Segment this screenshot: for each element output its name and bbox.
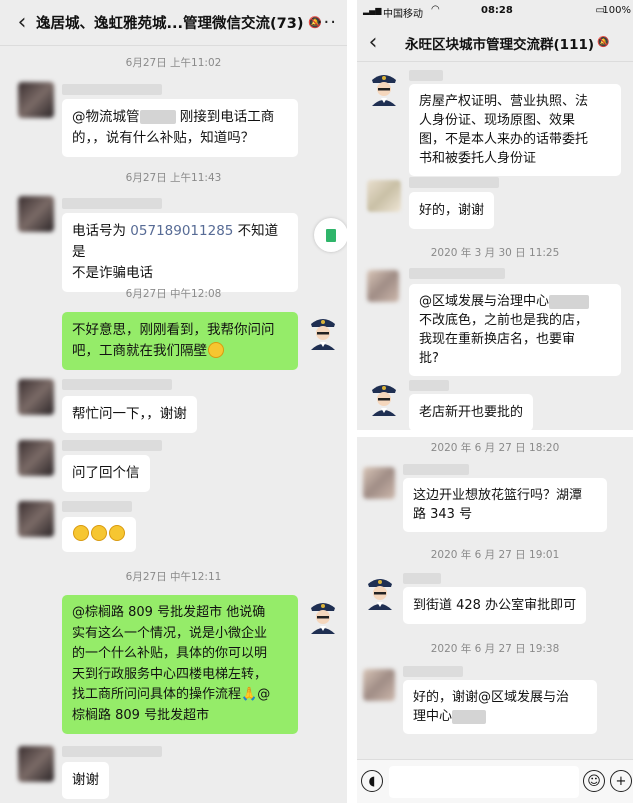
sender-name-masked [62, 84, 162, 95]
sender-name-masked [409, 177, 499, 188]
avatar[interactable] [18, 82, 54, 118]
sender-name-masked [62, 746, 162, 757]
officer-avatar[interactable] [365, 574, 395, 610]
avatar[interactable] [18, 440, 54, 476]
avatar[interactable] [18, 379, 54, 415]
officer-avatar[interactable] [369, 70, 399, 106]
grin-emoji-icon [208, 342, 224, 358]
plus-icon[interactable]: + [610, 770, 632, 792]
phone-link[interactable]: 057189011285 [130, 223, 233, 239]
mute-bell-icon: 🔕 [597, 37, 610, 48]
emoji-icon[interactable]: ☺ [583, 770, 605, 792]
masked-name [549, 294, 590, 309]
sender-name-masked [409, 70, 443, 81]
avatar[interactable] [18, 746, 54, 782]
timestamp: 6月27日 上午11:43 [125, 172, 222, 184]
message-bubble[interactable]: 房屋产权证明、营业执照、法 人身份证、现场原图、效果 图，不是本人来办的话带委托 书和… [409, 84, 621, 176]
timestamp: 2020 年 6 月 27 日 19:38 [430, 643, 560, 655]
right-chat-panel: ▂▄▆ 中国移动 ◠ 08:28 ▭ 100% ‹ 永旺区块城市管理交流群(11… [357, 0, 633, 430]
message-bubble[interactable]: 好的，谢谢@区域发展与治 理中心 [403, 680, 597, 734]
wifi-icon: ◠ [431, 4, 440, 15]
status-bar: ▂▄▆ 中国移动 ◠ 08:28 ▭ 100% [363, 4, 631, 20]
officer-avatar[interactable] [308, 598, 338, 634]
sender-name-masked [403, 573, 441, 584]
grin-emoji-icon [91, 525, 107, 541]
emoji-message-bubble[interactable] [62, 517, 136, 552]
timestamp: 6月27日 上午11:02 [125, 57, 222, 69]
masked-name [452, 709, 487, 724]
sender-name-masked [62, 501, 132, 512]
message-bubble[interactable]: 谢谢 [62, 762, 109, 799]
timestamp: 6月27日 中午12:11 [125, 571, 222, 583]
timestamp: 2020 年 3 月 30 日 11:25 [430, 247, 560, 259]
sender-name-masked [62, 440, 162, 451]
voice-icon[interactable]: ◖ [361, 770, 383, 792]
masked-name [139, 110, 176, 124]
right-chat-title: 永旺区块城市管理交流群(111) [405, 36, 595, 53]
message-bubble[interactable]: @物流城管 刚接到电话工商 的，，说有什么补贴，知道吗？ [62, 99, 298, 157]
timestamp: 2020 年 6 月 27 日 19:01 [430, 549, 560, 561]
message-bubble[interactable]: 帮忙问一下，，谢谢 [62, 396, 197, 433]
timestamp: 6月27日 中午12:08 [125, 288, 222, 300]
pray-emoji-icon: 🙏 [241, 687, 258, 702]
doc-icon[interactable] [314, 218, 347, 252]
officer-avatar[interactable] [369, 380, 399, 416]
sender-name-masked [409, 380, 449, 391]
avatar[interactable] [18, 196, 54, 232]
message-bubble[interactable]: @区域发展与治理中心 不改底色，之前也是我的店， 我现在重新换店名，也要审 批? [409, 284, 621, 376]
timestamp: 2020 年 6 月 27 日 18:20 [430, 442, 560, 454]
avatar[interactable] [18, 501, 54, 537]
avatar[interactable] [363, 669, 395, 701]
sender-name-masked [62, 198, 162, 209]
right-chat-header: ‹ 永旺区块城市管理交流群(111) 🔕 [357, 24, 633, 62]
message-bubble[interactable]: 老店新开也要批的 [409, 394, 534, 430]
left-chat-panel: ‹ 逸居城、逸虹雅苑城...管理微信交流(73) 🔕 ··· 6月27日 上午1… [0, 0, 347, 803]
back-arrow-icon[interactable]: ‹ [8, 10, 36, 35]
my-message-bubble[interactable]: 不好意思，刚刚看到，我帮你问问 吧，工商就在我们隔壁 [62, 312, 298, 370]
grin-emoji-icon [109, 525, 125, 541]
right-chat-panel-continued: 2020 年 6 月 27 日 18:20 这边开业想放花篮行吗？湖潭路 343… [357, 437, 633, 803]
more-icon[interactable]: ··· [317, 12, 337, 33]
officer-avatar[interactable] [308, 314, 338, 350]
message-bubble[interactable]: 到街道 428 办公室审批即可 [403, 587, 587, 624]
sender-name-masked [403, 464, 469, 475]
avatar[interactable] [367, 180, 401, 212]
avatar[interactable] [367, 270, 399, 302]
my-message-bubble[interactable]: @棕榈路 809 号批发超市 他说确 实有这么一个情况，说是小微企业 的一个什么补贴… [62, 595, 298, 734]
message-bubble[interactable]: 好的，谢谢 [409, 192, 495, 229]
left-chat-title: 逸居城、逸虹雅苑城...管理微信交流(73) [36, 16, 304, 32]
message-bubble[interactable]: 问了回个信 [62, 455, 150, 492]
input-bar: ◖ ☺ + [357, 759, 633, 803]
grin-emoji-icon [73, 525, 89, 541]
avatar[interactable] [363, 467, 395, 499]
sender-name-masked [409, 268, 505, 279]
sender-name-masked [62, 379, 172, 390]
sender-name-masked [403, 666, 463, 677]
message-input[interactable] [389, 766, 579, 798]
signal-icon: ▂▄▆ [363, 6, 382, 15]
left-chat-header: ‹ 逸居城、逸虹雅苑城...管理微信交流(73) 🔕 ··· [0, 0, 347, 46]
back-arrow-icon[interactable]: ‹ [359, 30, 387, 55]
message-bubble[interactable]: 电话号为 057189011285 不知道是 不是诈骗电话 [62, 213, 298, 292]
message-bubble[interactable]: 这边开业想放花篮行吗？湖潭路 343 号 [403, 478, 607, 532]
